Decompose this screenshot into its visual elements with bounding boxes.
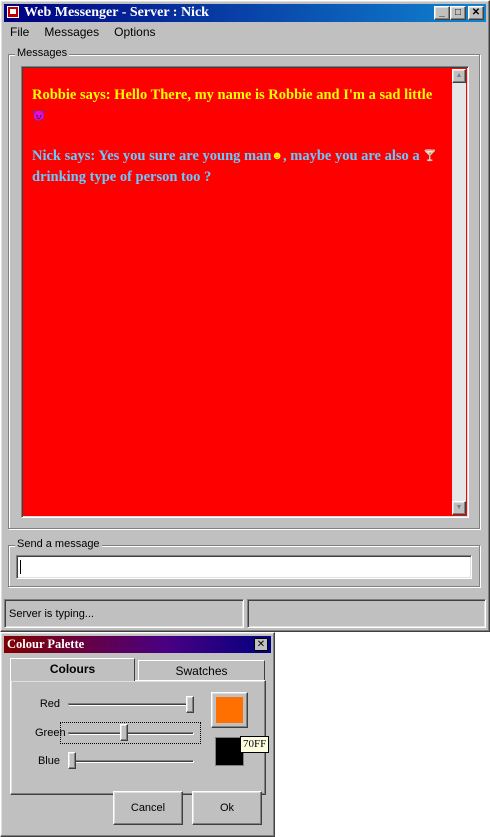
green-slider-track[interactable] [68,732,194,735]
palette-close-button[interactable]: ✕ [254,638,268,651]
messages-label: Messages [15,47,70,59]
cocktail-icon: 🍸 [423,150,437,163]
red-label: Red [39,698,60,710]
scroll-up-arrow-icon[interactable]: ▲ [452,69,466,83]
secondary-colour-fill [216,738,243,765]
menu-messages[interactable]: Messages [38,23,105,39]
status-text: Server is typing... [9,608,94,620]
maximize-button[interactable]: □ [450,6,466,20]
blue-label: Blue [37,755,60,767]
smiley-icon: ☻ [271,150,283,163]
green-label: Green [35,727,66,739]
message-text: Robbie says: Hello There, my name is Rob… [32,87,433,103]
palette-titlebar[interactable]: Colour Palette ✕ [4,636,271,653]
status-bar-left: Server is typing... [4,599,244,628]
message-nick: Nick says: Yes you sure are young man☻, … [32,146,440,188]
primary-colour-swatch[interactable] [211,692,248,728]
menu-bar: File Messages Options [4,23,486,42]
message-robbie: Robbie says: Hello There, my name is Rob… [32,85,440,127]
messages-scrollbar[interactable]: ▲ ▼ [452,69,466,515]
window-title: Web Messenger - Server : Nick [24,5,209,20]
messages-view[interactable]: Robbie says: Hello There, my name is Rob… [21,66,469,518]
red-slider-track[interactable] [68,703,194,706]
scroll-down-arrow-icon[interactable]: ▼ [452,501,466,515]
primary-colour-fill [216,697,243,723]
messenger-window: Web Messenger - Server : Nick _ □ ✕ File… [0,0,490,632]
tab-swatches[interactable]: Swatches [138,660,265,681]
close-button[interactable]: ✕ [468,6,484,20]
red-slider-thumb[interactable] [186,696,194,713]
message-text-mid: , maybe you are also a [282,148,420,164]
cancel-button[interactable]: Cancel [113,791,183,825]
blue-slider-thumb[interactable] [68,752,76,769]
blue-slider-track[interactable] [68,760,194,763]
messenger-titlebar[interactable]: Web Messenger - Server : Nick _ □ ✕ [4,4,486,22]
app-icon[interactable] [7,6,19,18]
status-bar-right [247,599,486,628]
menu-options[interactable]: Options [108,23,161,39]
message-text-end: drinking type of person too ? [32,169,212,185]
tab-colours[interactable]: Colours [10,658,135,681]
message-text: Nick says: Yes you sure are young man [32,148,272,164]
send-label: Send a message [15,538,102,550]
text-caret [20,560,21,574]
minimize-button[interactable]: _ [434,6,450,20]
send-message-input[interactable] [16,555,472,579]
ok-button[interactable]: Ok [192,791,262,825]
colour-tooltip: 70FF [240,736,270,753]
palette-title: Colour Palette [7,637,85,651]
menu-file[interactable]: File [4,23,35,39]
devil-face-icon: 😈 [32,110,46,123]
green-slider-thumb[interactable] [120,724,128,741]
